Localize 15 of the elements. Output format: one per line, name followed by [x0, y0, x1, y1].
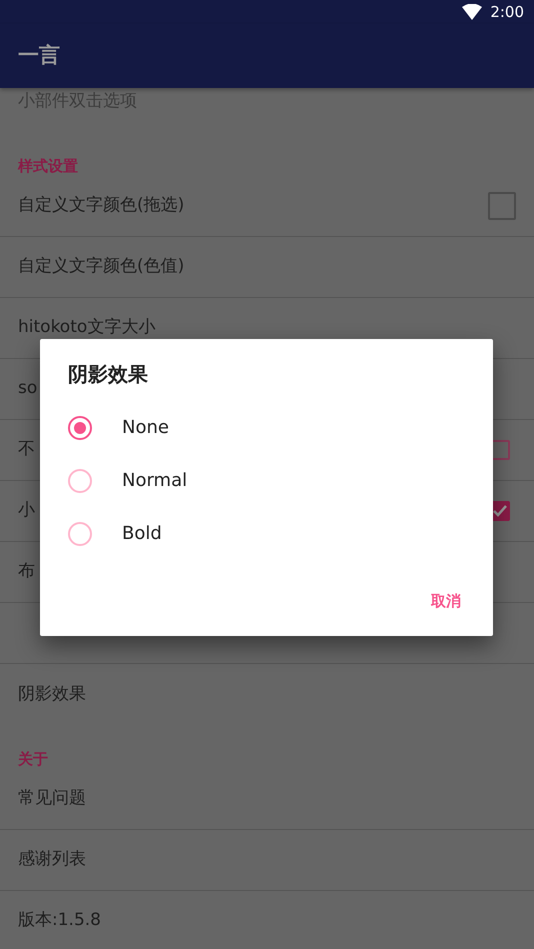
radio-option[interactable]: Bold	[40, 507, 493, 560]
radio-option[interactable]: None	[40, 401, 493, 454]
wifi-icon	[462, 4, 482, 20]
app-title: 一言	[17, 42, 60, 70]
radio-option[interactable]: Normal	[40, 454, 493, 507]
settings-row[interactable]: 常见问题	[0, 769, 534, 830]
settings-row[interactable]: 阴影效果	[0, 664, 534, 725]
settings-row[interactable]: 自定义文字颜色(色值)	[0, 237, 534, 298]
settings-row[interactable]: 感谢列表	[0, 830, 534, 891]
settings-row[interactable]: 版本:1.5.8	[0, 891, 534, 949]
clock: 2:00	[490, 2, 524, 23]
cancel-button[interactable]: 取消	[419, 582, 473, 620]
section-header: 样式设置	[18, 157, 78, 175]
section-header: 关于	[18, 750, 48, 768]
dialog-title: 阴影效果	[67, 361, 149, 388]
